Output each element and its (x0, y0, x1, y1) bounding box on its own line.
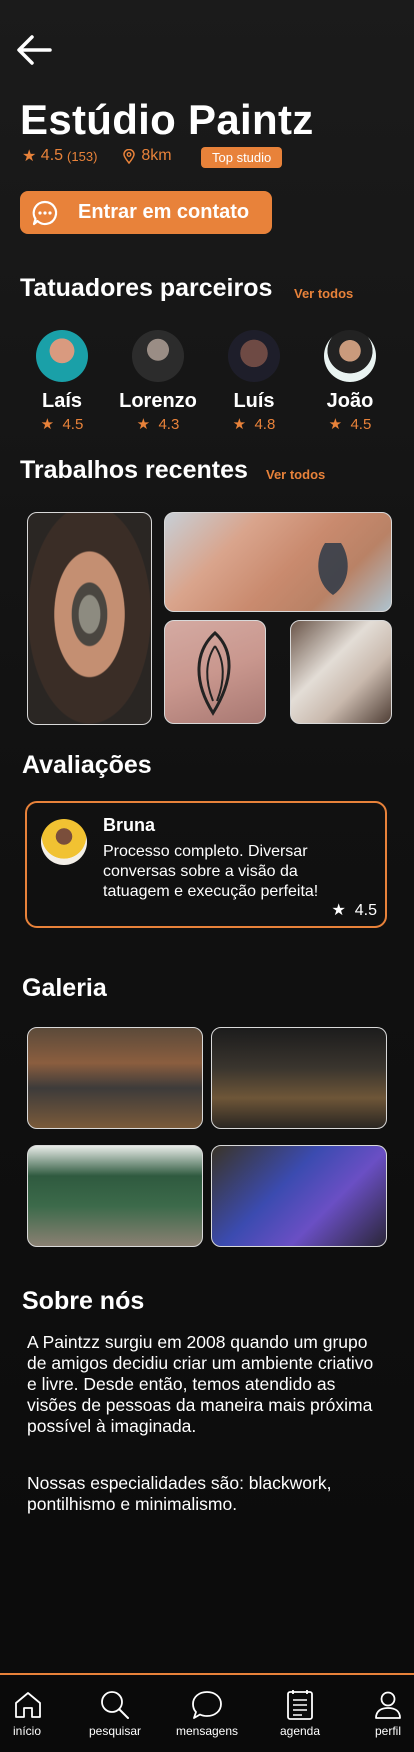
artist-rating: ★ 4.5 (328, 416, 372, 433)
location-pin-icon (123, 148, 136, 164)
artists-section-title: Tatuadores parceiros (20, 274, 273, 302)
contact-button-label: Entrar em contato (78, 201, 250, 223)
artist-rating: ★ 4.3 (136, 416, 180, 433)
arrow-left-icon (17, 35, 52, 65)
artist-card-lorenzo[interactable]: Lorenzo ★ 4.3 (110, 330, 206, 433)
avatar (324, 330, 376, 382)
back-button[interactable] (14, 30, 54, 70)
star-icon: ★ (22, 148, 37, 165)
chat-bubble-icon (32, 200, 58, 225)
contact-button[interactable]: Entrar em contato (20, 191, 272, 234)
avatar (132, 330, 184, 382)
reviews-count: (153) (67, 148, 98, 164)
reviews-section-title: Avaliações (22, 751, 152, 779)
artist-card-lais[interactable]: Laís ★ 4.5 (14, 330, 110, 433)
hamsa-tattoo-image (318, 543, 348, 595)
nav-item-agenda[interactable]: agenda (276, 1689, 324, 1738)
home-icon (15, 1692, 41, 1718)
page-title: Estúdio Paintz (20, 96, 314, 143)
about-paragraph-2: Nossas especialidades são: blackwork, po… (27, 1473, 332, 1514)
work-photo[interactable] (164, 512, 392, 612)
artist-rating: ★ 4.8 (232, 416, 276, 433)
nav-label: início (12, 1724, 41, 1738)
artist-card-luis[interactable]: Luís ★ 4.8 (206, 330, 302, 433)
artists-see-all-link[interactable]: Ver todos (294, 286, 353, 301)
gallery-photo[interactable] (211, 1027, 387, 1129)
review-text: Processo completo. Diversar conversas so… (103, 843, 319, 900)
gallery-photo[interactable] (27, 1027, 203, 1129)
gallery-photo[interactable] (211, 1145, 387, 1247)
gallery-section-title: Galeria (22, 974, 107, 1002)
star-icon: ★ (331, 902, 346, 919)
review-rating: ★ 4.5 (331, 902, 377, 919)
henna-tattoo-image (197, 630, 231, 716)
gallery-photo[interactable] (27, 1145, 203, 1247)
distance: 8km (141, 147, 172, 164)
avatar (41, 819, 87, 865)
work-photo[interactable] (27, 512, 152, 725)
studio-meta: ★ 4.5 (153) 8km (22, 146, 172, 166)
artist-name: João (326, 390, 374, 412)
nav-label: agenda (279, 1724, 321, 1738)
nav-item-mensagens[interactable]: mensagens (172, 1689, 242, 1738)
works-section-title: Trabalhos recentes (20, 456, 248, 484)
artist-rating: ★ 4.5 (40, 416, 84, 433)
nav-label: pesquisar (88, 1724, 142, 1738)
nav-label: perfil (374, 1724, 401, 1738)
review-card[interactable]: Bruna Processo completo. Diversar conver… (25, 801, 387, 928)
artist-name: Lorenzo (119, 390, 197, 412)
user-icon (375, 1691, 401, 1719)
about-paragraph-1: A Paintzz surgiu em 2008 quando um grupo… (27, 1332, 374, 1436)
chat-icon (192, 1691, 222, 1719)
nav-item-perfil[interactable]: perfil (370, 1689, 406, 1738)
avatar (228, 330, 280, 382)
artist-name: Luís (233, 390, 275, 412)
work-photo[interactable] (290, 620, 392, 724)
about-section-title: Sobre nós (22, 1287, 145, 1315)
studio-rating: 4.5 (40, 147, 64, 164)
nav-label: mensagens (175, 1724, 239, 1738)
works-see-all-link[interactable]: Ver todos (266, 467, 325, 482)
top-studio-badge: Top studio (201, 147, 283, 168)
search-icon (101, 1691, 129, 1719)
nav-item-inicio[interactable]: início (12, 1689, 42, 1738)
artist-name: Laís (41, 390, 83, 412)
avatar (36, 330, 88, 382)
artist-card-joao[interactable]: João ★ 4.5 (302, 330, 398, 433)
bottom-navigation: início pesquisar mensagens agenda perfil (0, 1673, 414, 1752)
work-photo[interactable] (164, 620, 266, 724)
nav-item-pesquisar[interactable]: pesquisar (85, 1689, 145, 1738)
review-author: Bruna (103, 815, 156, 835)
calendar-icon (287, 1690, 313, 1720)
